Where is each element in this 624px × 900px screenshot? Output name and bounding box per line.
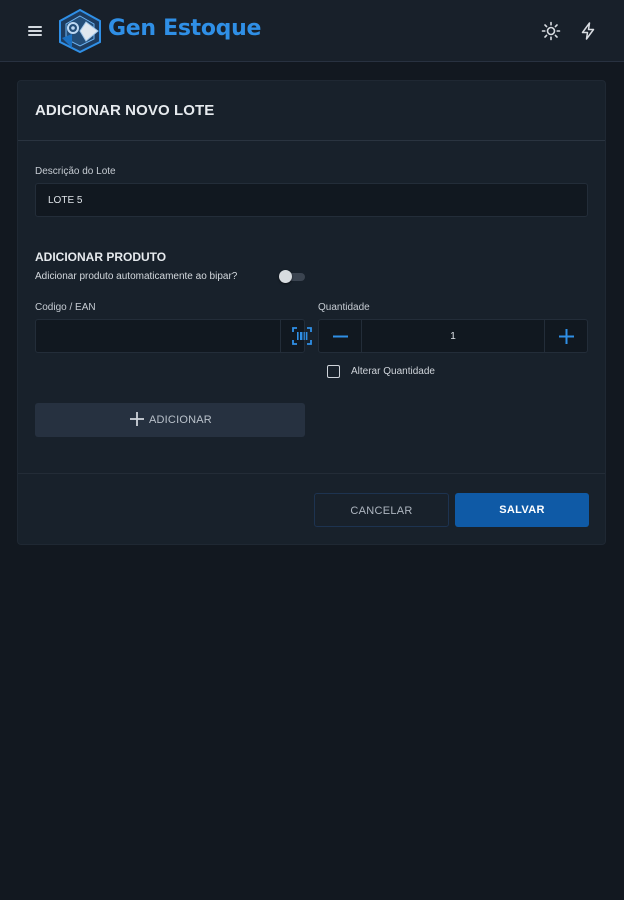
toggle-thumb <box>279 270 292 283</box>
card-header: ADICIONAR NOVO LOTE <box>18 81 605 141</box>
bolt-icon[interactable] <box>577 20 599 42</box>
page-title: ADICIONAR NOVO LOTE <box>35 102 215 119</box>
alter-quantity-label: Alterar Quantidade <box>351 366 435 377</box>
decrement-button[interactable] <box>319 320 362 352</box>
footer-divider <box>18 473 605 474</box>
add-product-button[interactable]: ADICIONAR <box>35 403 305 437</box>
quantity-stepper: 1 <box>318 319 588 353</box>
gen-estoque-logo <box>59 8 101 54</box>
quantity-label: Quantidade <box>318 302 370 313</box>
top-bar: Gen Estoque <box>0 0 624 62</box>
plus-icon <box>559 329 574 344</box>
description-field[interactable]: LOTE 5 <box>35 183 588 217</box>
cancel-button[interactable]: CANCELAR <box>314 493 449 527</box>
brand-name: Gen Estoque <box>108 16 262 41</box>
description-label: Descrição do Lote <box>35 166 116 177</box>
add-product-heading: ADICIONAR PRODUTO <box>35 250 167 264</box>
description-value: LOTE 5 <box>48 195 83 206</box>
alter-quantity-checkbox[interactable] <box>327 365 340 378</box>
auto-add-toggle[interactable] <box>279 270 305 283</box>
add-button-label: ADICIONAR <box>149 414 212 426</box>
cancel-button-label: CANCELAR <box>350 505 413 517</box>
new-batch-card: ADICIONAR NOVO LOTE Descrição do Lote LO… <box>17 80 606 545</box>
menu-icon[interactable] <box>24 20 46 42</box>
save-button[interactable]: SALVAR <box>455 493 589 527</box>
sun-icon[interactable] <box>540 20 562 42</box>
increment-button[interactable] <box>544 320 587 352</box>
barcode-scan-icon <box>292 327 312 345</box>
quantity-value[interactable]: 1 <box>362 331 544 342</box>
code-label: Codigo / EAN <box>35 302 96 313</box>
plus-icon <box>130 412 144 426</box>
app-root: Gen Estoque ADICIONAR NOVO LOTE Descriçã… <box>0 0 624 900</box>
minus-icon <box>333 335 348 338</box>
code-ean-field[interactable] <box>35 319 312 353</box>
save-button-label: SALVAR <box>499 504 545 516</box>
auto-add-label: Adicionar produto automaticamente ao bip… <box>35 271 238 282</box>
barcode-scan-button[interactable] <box>280 320 323 352</box>
